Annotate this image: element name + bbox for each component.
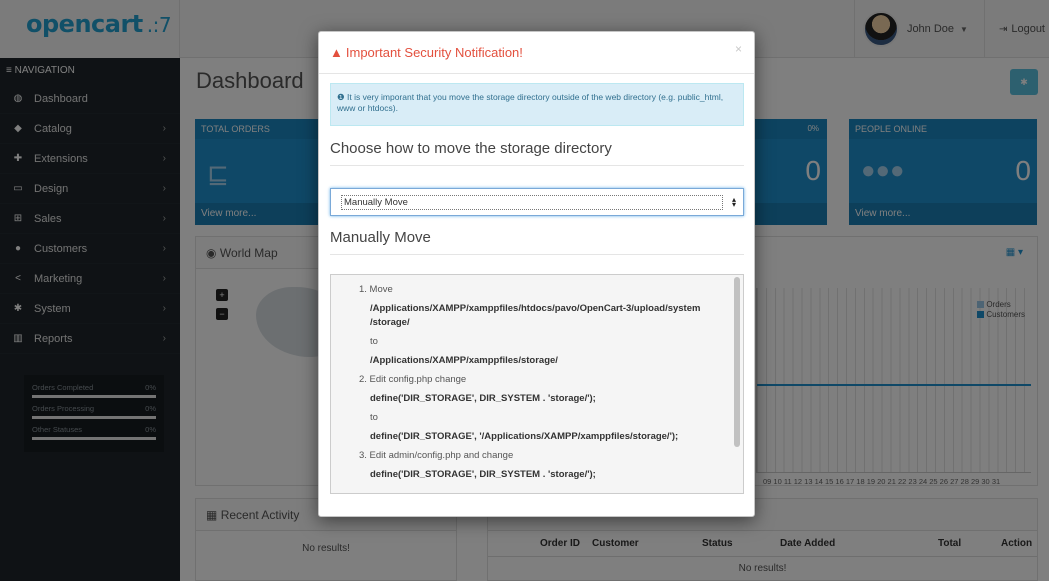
modal-header: ▲ Important Security Notification! × — [319, 32, 754, 74]
to-text: to — [370, 336, 378, 347]
instructions-box[interactable]: 1. Move /Applications/XAMPP/xamppfiles/h… — [330, 274, 744, 494]
move-method-select[interactable]: Manually Move ▴ ▾ — [330, 188, 744, 216]
step-2-label: 2. Edit config.php change — [359, 374, 467, 385]
step-3-label: 3. Edit admin/config.php and change — [359, 450, 514, 461]
step-1-dest-path: /Applications/XAMPP/xamppfiles/storage/ — [370, 355, 558, 366]
warning-icon: ▲ — [330, 45, 343, 60]
step-1-source-path: /Applications/XAMPP/xamppfiles/htdocs/pa… — [370, 303, 701, 328]
step-3-from-code: define('DIR_STORAGE', DIR_SYSTEM . 'stor… — [370, 469, 596, 480]
modal-title-text: Important Security Notification! — [345, 45, 523, 60]
modal-title: ▲ Important Security Notification! — [330, 45, 523, 60]
step-2-from-code: define('DIR_STORAGE', DIR_SYSTEM . 'stor… — [370, 393, 596, 404]
scrollbar-thumb[interactable] — [734, 277, 740, 447]
select-value: Manually Move — [341, 195, 723, 210]
to-text: to — [370, 412, 378, 423]
manual-move-heading: Manually Move — [330, 229, 744, 255]
close-icon[interactable]: × — [735, 42, 742, 56]
info-circle-icon: ❶ — [337, 92, 345, 102]
instructions-content: 1. Move /Applications/XAMPP/xamppfiles/h… — [359, 283, 729, 487]
choose-heading: Choose how to move the storage directory — [330, 140, 744, 166]
info-text: It is very imporant that you move the st… — [337, 92, 724, 113]
step-2-to-code: define('DIR_STORAGE', '/Applications/XAM… — [370, 431, 679, 442]
step-1-label: 1. Move — [359, 284, 393, 295]
select-arrows-icon: ▴ ▾ — [732, 195, 737, 209]
info-alert: ❶ It is very imporant that you move the … — [330, 83, 744, 126]
security-notification-modal: ▲ Important Security Notification! × ❶ It… — [318, 31, 755, 517]
